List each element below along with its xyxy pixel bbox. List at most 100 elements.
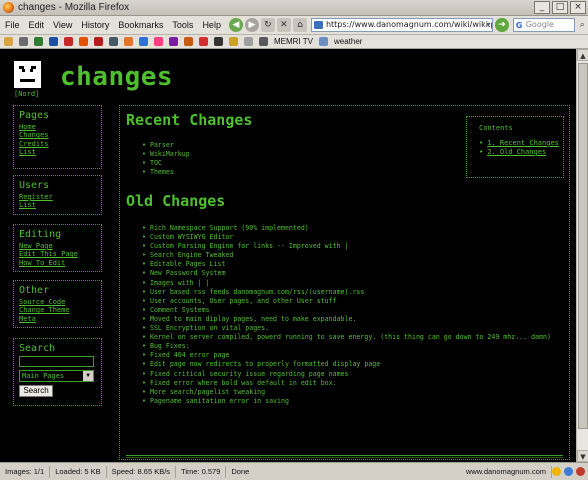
url-bar[interactable]: https://www.danomagnum.com/wiki/wiki.pl?… [310, 18, 494, 32]
menu-nav-bar: File Edit View History Bookmarks Tools H… [0, 16, 588, 35]
list-item: WikiMarkup [142, 150, 190, 159]
bookmark-icon[interactable] [49, 37, 58, 46]
status-time: Time: 0.579 [176, 465, 227, 478]
search-magnifier-icon[interactable]: ⌕ [577, 19, 588, 31]
bookmark-icon[interactable] [64, 37, 73, 46]
chevron-down-icon[interactable]: ▼ [83, 371, 93, 381]
addon-icon[interactable] [576, 467, 585, 476]
status-bar: Images: 1/1 Loaded: 5 KB Speed: 8.65 KB/… [0, 462, 588, 480]
menu-file[interactable]: File [5, 20, 20, 30]
bookmark-icon[interactable] [214, 37, 223, 46]
bookmark-icon[interactable] [259, 37, 268, 46]
wiki-search-input[interactable] [19, 356, 94, 367]
list-item: Fixed 404 error page [142, 351, 562, 360]
weather-icon[interactable] [318, 37, 328, 46]
bookmark-icon[interactable] [184, 37, 193, 46]
sidebar-link-new-page[interactable]: New Page [19, 242, 101, 250]
divider [126, 457, 563, 458]
bookmark-icon[interactable] [244, 37, 253, 46]
scrollbar-thumb[interactable] [578, 63, 588, 429]
list-item: Edit page now redirects to properly form… [142, 360, 562, 369]
lock-icon[interactable] [552, 467, 561, 476]
close-button[interactable]: × [570, 1, 586, 14]
menu-history[interactable]: History [81, 20, 109, 30]
bookmark-icon[interactable] [229, 37, 238, 46]
sidebar-editing-panel: Editing New Page Edit This Page How To E… [13, 224, 102, 272]
sidebar-link-how-to-edit[interactable]: How To Edit [19, 259, 101, 267]
sidebar-link-home[interactable]: Home [19, 123, 101, 131]
menu-bookmarks[interactable]: Bookmarks [118, 20, 163, 30]
reload-icon[interactable]: ↻ [260, 18, 275, 32]
search-heading: Search [19, 343, 56, 354]
toc-link-recent-changes[interactable]: 1. Recent Changes [487, 139, 559, 147]
old-changes-list: Rich Namespace Support (90% implemented)… [142, 224, 562, 406]
back-icon[interactable]: ◀ [228, 18, 243, 32]
sidebar-link-meta[interactable]: Meta [19, 315, 101, 323]
sidebar-link-change-theme[interactable]: Change Theme [19, 306, 101, 314]
status-loaded: Loaded: 5 KB [50, 465, 107, 478]
bookmark-icon[interactable] [169, 37, 178, 46]
menu-edit[interactable]: Edit [29, 20, 45, 30]
status-state: Done [231, 466, 250, 476]
url-dropdown-icon[interactable]: ▾ [486, 19, 490, 31]
sidebar-link-list[interactable]: List [19, 148, 101, 156]
sidebar-other-panel: Other Source Code Change Theme Meta [13, 280, 102, 328]
recent-changes-list: Parser WikiMarkup TOC Themes [142, 141, 190, 177]
go-icon[interactable]: ➜ [495, 18, 509, 32]
list-item: Themes [142, 168, 190, 177]
contents-title: Contents [479, 124, 513, 132]
bookmark-icon[interactable] [79, 37, 88, 46]
list-item: Bug Fixes: [142, 342, 562, 351]
scroll-up-icon[interactable]: ▲ [577, 49, 588, 61]
sidebar-link-edit-page[interactable]: Edit This Page [19, 250, 101, 258]
users-heading: Users [19, 180, 50, 191]
bookmark-icon[interactable] [199, 37, 208, 46]
search-input[interactable]: G Google [512, 18, 575, 32]
toc-link-old-changes[interactable]: 2. Old Changes [487, 148, 546, 156]
firefox-icon [3, 2, 14, 13]
main-content: Recent Changes Parser WikiMarkup TOC The… [119, 105, 570, 460]
sidebar-pages-panel: Pages Home Changes Credits List [13, 105, 102, 169]
list-item: More search/pagelist tweaking [142, 388, 562, 397]
maximize-button[interactable]: □ [552, 1, 568, 14]
bookmark-icon[interactable] [19, 37, 28, 46]
sidebar-link-user-list[interactable]: List [19, 201, 101, 209]
list-item: Fixed critical security issue regarding … [142, 370, 562, 379]
menu-help[interactable]: Help [202, 20, 221, 30]
folder-icon[interactable] [4, 37, 13, 46]
status-speed: Speed: 8.65 KB/s [107, 465, 177, 478]
old-changes-heading: Old Changes [126, 192, 226, 210]
vertical-scrollbar[interactable]: ▲ ▼ [576, 49, 588, 462]
menu-bar: File Edit View History Bookmarks Tools H… [0, 20, 221, 30]
sidebar-link-source-code[interactable]: Source Code [19, 298, 101, 306]
bookmark-icon[interactable] [124, 37, 133, 46]
site-identity-icon[interactable] [313, 21, 323, 29]
list-item: User accounts, User pages, and other Use… [142, 297, 562, 306]
list-item: New Password System [142, 269, 562, 278]
stop-icon[interactable]: ✕ [276, 18, 291, 32]
addon-icon[interactable] [564, 467, 573, 476]
sidebar-link-register[interactable]: Register [19, 193, 101, 201]
bookmark-memri-tv[interactable]: MEMRI TV [274, 37, 313, 46]
minimize-button[interactable]: _ [534, 1, 550, 14]
namespace-select[interactable]: Main Pages ▼ [19, 370, 94, 382]
sidebar-link-changes[interactable]: Changes [19, 131, 101, 139]
bookmark-icon[interactable] [109, 37, 118, 46]
scroll-down-icon[interactable]: ▼ [577, 450, 588, 462]
namespace-select-value: Main Pages [22, 372, 65, 380]
bookmark-icon[interactable] [34, 37, 43, 46]
search-button[interactable]: Search [19, 385, 53, 397]
list-item: TOC [142, 159, 190, 168]
list-item: Custom Parsing Engine for links -- Impro… [142, 242, 562, 251]
bookmark-icon[interactable] [154, 37, 163, 46]
window-titlebar: changes - Mozilla Firefox _ □ × [0, 0, 588, 16]
list-item: SSL Encryption on vital pages. [142, 324, 562, 333]
menu-view[interactable]: View [53, 20, 72, 30]
bookmark-icon[interactable] [94, 37, 103, 46]
bookmark-weather[interactable]: weather [334, 37, 362, 46]
forward-icon[interactable]: ▶ [244, 18, 259, 32]
home-icon[interactable]: ⌂ [292, 18, 307, 32]
bookmark-icon[interactable] [139, 37, 148, 46]
menu-tools[interactable]: Tools [172, 20, 193, 30]
sidebar-link-credits[interactable]: Credits [19, 140, 101, 148]
